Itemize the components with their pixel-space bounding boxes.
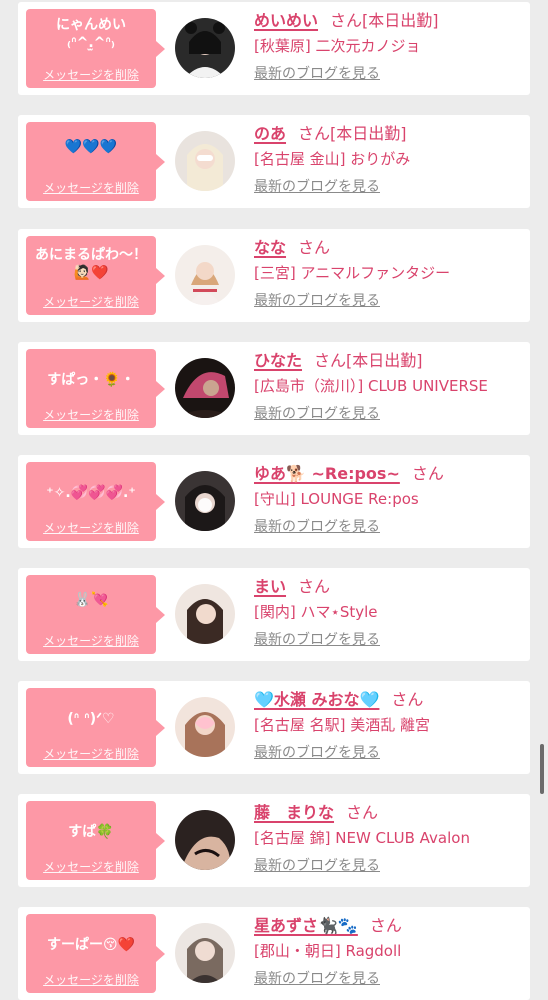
delete-message-link[interactable]: メッセージを削除 xyxy=(26,632,156,649)
cast-info: ゆあ🐕 ~Re:pos~ さん [守山] LOUNGE Re:pos 最新のブログ… xyxy=(254,463,524,536)
cast-info: のあ さん[本日出勤] [名古屋 金山] おりがみ 最新のブログを見る xyxy=(254,123,524,196)
cast-info: 🩵水瀬 みおな🩵 さん [名古屋 名駅] 美酒乱 離宮 最新のブログを見る xyxy=(254,689,524,762)
cast-info: めいめい さん[本日出勤] [秋葉原] 二次元カノジョ 最新のブログを見る xyxy=(254,10,524,83)
avatar[interactable] xyxy=(175,245,235,305)
cast-card: すぱ🍀 メッセージを削除 藤 まりな さん [名古屋 錦] NEW CLUB Av… xyxy=(18,794,530,887)
shop-name: [名古屋 錦] NEW CLUB Avalon xyxy=(254,829,470,847)
avatar[interactable] xyxy=(175,131,235,191)
delete-message-link[interactable]: メッセージを削除 xyxy=(26,745,156,762)
cast-name-link[interactable]: まい xyxy=(254,577,286,596)
delete-message-link[interactable]: メッセージを削除 xyxy=(26,293,156,310)
message-text: 💙💙💙 xyxy=(64,139,118,155)
delete-message-link[interactable]: メッセージを削除 xyxy=(26,66,156,83)
attendance-status: [本日出勤] xyxy=(346,351,423,370)
message-bubble: すーぱー😚❤️ メッセージを削除 xyxy=(26,914,165,993)
message-text: すーぱー😚❤️ xyxy=(46,937,136,953)
cast-info: なな さん [三宮] アニマルファンタジー 最新のブログを見る xyxy=(254,237,524,310)
avatar[interactable] xyxy=(175,923,235,983)
honorific: さん xyxy=(298,124,331,143)
honorific: さん xyxy=(391,690,424,709)
shop-name: [郡山・朝日] Ragdoll xyxy=(254,942,402,960)
shop-name: [秋葉原] 二次元カノジョ xyxy=(254,37,421,55)
cast-info: 星あずさ🐈‍⬛🐾 さん [郡山・朝日] Ragdoll 最新のブログを見る xyxy=(254,915,524,988)
honorific: さん xyxy=(330,11,363,30)
latest-blog-link[interactable]: 最新のブログを見る xyxy=(254,857,524,875)
latest-blog-link[interactable]: 最新のブログを見る xyxy=(254,65,524,83)
cast-name-link[interactable]: 藤 まりな xyxy=(254,803,334,822)
cast-name-link[interactable]: のあ xyxy=(254,124,286,143)
message-text: (ᐢ ᐢ)ᐟ♡ xyxy=(67,711,115,727)
latest-blog-link[interactable]: 最新のブログを見る xyxy=(254,744,524,762)
cast-card: (ᐢ ᐢ)ᐟ♡ メッセージを削除 🩵水瀬 みおな🩵 さん [名古屋 名駅] 美酒乱… xyxy=(18,681,530,774)
latest-blog-link[interactable]: 最新のブログを見る xyxy=(254,292,524,310)
cast-info: ひなた さん[本日出勤] [広島市（流川）] CLUB UNIVERSE 最新のブ… xyxy=(254,350,524,423)
attendance-status: [本日出勤] xyxy=(362,11,439,30)
message-bubble: 💙💙💙 メッセージを削除 xyxy=(26,122,165,201)
cast-card: 🐰💘 メッセージを削除 まい さん [関内] ハマ⋆Style 最新のブログを見る xyxy=(18,568,530,661)
cast-name-link[interactable]: 星あずさ🐈‍⬛🐾 xyxy=(254,916,358,935)
message-bubble: すぱ🍀 メッセージを削除 xyxy=(26,801,165,880)
cast-info: まい さん [関内] ハマ⋆Style 最新のブログを見る xyxy=(254,576,524,649)
cast-card: すぱっ・🌻・ メッセージを削除 ひなた さん[本日出勤] [広島市（流川）] CL… xyxy=(18,342,530,435)
avatar[interactable] xyxy=(175,18,235,78)
cast-name-link[interactable]: めいめい xyxy=(254,11,318,30)
latest-blog-link[interactable]: 最新のブログを見る xyxy=(254,405,524,423)
honorific: さん xyxy=(298,238,331,257)
cast-name-link[interactable]: ひなた xyxy=(254,351,302,370)
cast-card: あにまるぱわ〜！ 🙋🏻❤️ メッセージを削除 なな さん [三宮] アニマルファン… xyxy=(18,229,530,322)
message-bubble: あにまるぱわ〜！ 🙋🏻❤️ メッセージを削除 xyxy=(26,236,165,315)
latest-blog-link[interactable]: 最新のブログを見る xyxy=(254,518,524,536)
message-text: あにまるぱわ〜！ 🙋🏻❤️ xyxy=(35,247,147,281)
cast-name-link[interactable]: 🩵水瀬 みおな🩵 xyxy=(254,690,379,709)
message-bubble: ⁺✧.💞💞💞.⁺ メッセージを削除 xyxy=(26,462,165,541)
delete-message-link[interactable]: メッセージを削除 xyxy=(26,179,156,196)
message-bubble: すぱっ・🌻・ メッセージを削除 xyxy=(26,349,165,428)
shop-name: [名古屋 金山] おりがみ xyxy=(254,150,411,168)
message-text: すぱっ・🌻・ xyxy=(47,372,135,388)
shop-name: [名古屋 名駅] 美酒乱 離宮 xyxy=(254,716,431,734)
attendance-status: [本日出勤] xyxy=(330,124,407,143)
cast-info: 藤 まりな さん [名古屋 錦] NEW CLUB Avalon 最新のブログを見… xyxy=(254,802,524,875)
latest-blog-link[interactable]: 最新のブログを見る xyxy=(254,178,524,196)
honorific: さん xyxy=(369,916,402,935)
latest-blog-link[interactable]: 最新のブログを見る xyxy=(254,970,524,988)
shop-name: [関内] ハマ⋆Style xyxy=(254,603,378,621)
vertical-scrollbar[interactable] xyxy=(540,744,544,794)
cast-name-link[interactable]: なな xyxy=(254,238,286,257)
avatar[interactable] xyxy=(175,810,235,870)
honorific: さん xyxy=(314,351,347,370)
delete-message-link[interactable]: メッセージを削除 xyxy=(26,971,156,988)
message-text: ⁺✧.💞💞💞.⁺ xyxy=(46,485,136,501)
avatar[interactable] xyxy=(175,471,235,531)
delete-message-link[interactable]: メッセージを削除 xyxy=(26,858,156,875)
message-bubble: にゃんめい ₍ᐢ^.‎̫^ᐢ₎ メッセージを削除 xyxy=(26,9,165,88)
latest-blog-link[interactable]: 最新のブログを見る xyxy=(254,631,524,649)
cast-card: すーぱー😚❤️ メッセージを削除 星あずさ🐈‍⬛🐾 さん [郡山・朝日] Ragd… xyxy=(18,907,530,1000)
message-bubble: 🐰💘 メッセージを削除 xyxy=(26,575,165,654)
message-text: にゃんめい ₍ᐢ^.‎̫^ᐢ₎ xyxy=(56,17,126,51)
shop-name: [守山] LOUNGE Re:pos xyxy=(254,490,419,508)
message-text: 🐰💘 xyxy=(73,592,109,608)
message-text: すぱ🍀 xyxy=(68,824,114,840)
cast-card: 💙💙💙 メッセージを削除 のあ さん[本日出勤] [名古屋 金山] おりがみ 最新… xyxy=(18,115,530,208)
delete-message-link[interactable]: メッセージを削除 xyxy=(26,519,156,536)
message-bubble: (ᐢ ᐢ)ᐟ♡ メッセージを削除 xyxy=(26,688,165,767)
delete-message-link[interactable]: メッセージを削除 xyxy=(26,406,156,423)
honorific: さん xyxy=(298,577,331,596)
avatar[interactable] xyxy=(175,584,235,644)
honorific: さん xyxy=(346,803,379,822)
shop-name: [広島市（流川）] CLUB UNIVERSE xyxy=(254,377,488,395)
shop-name: [三宮] アニマルファンタジー xyxy=(254,264,451,282)
cast-card: にゃんめい ₍ᐢ^.‎̫^ᐢ₎ メッセージを削除 めいめい さん[本日出勤] [秋… xyxy=(18,2,530,95)
avatar[interactable] xyxy=(175,358,235,418)
cast-card: ⁺✧.💞💞💞.⁺ メッセージを削除 ゆあ🐕 ~Re:pos~ さん [守山] LO… xyxy=(18,455,530,548)
honorific: さん xyxy=(411,464,444,483)
cast-name-link[interactable]: ゆあ🐕 ~Re:pos~ xyxy=(254,464,400,483)
avatar[interactable] xyxy=(175,697,235,757)
